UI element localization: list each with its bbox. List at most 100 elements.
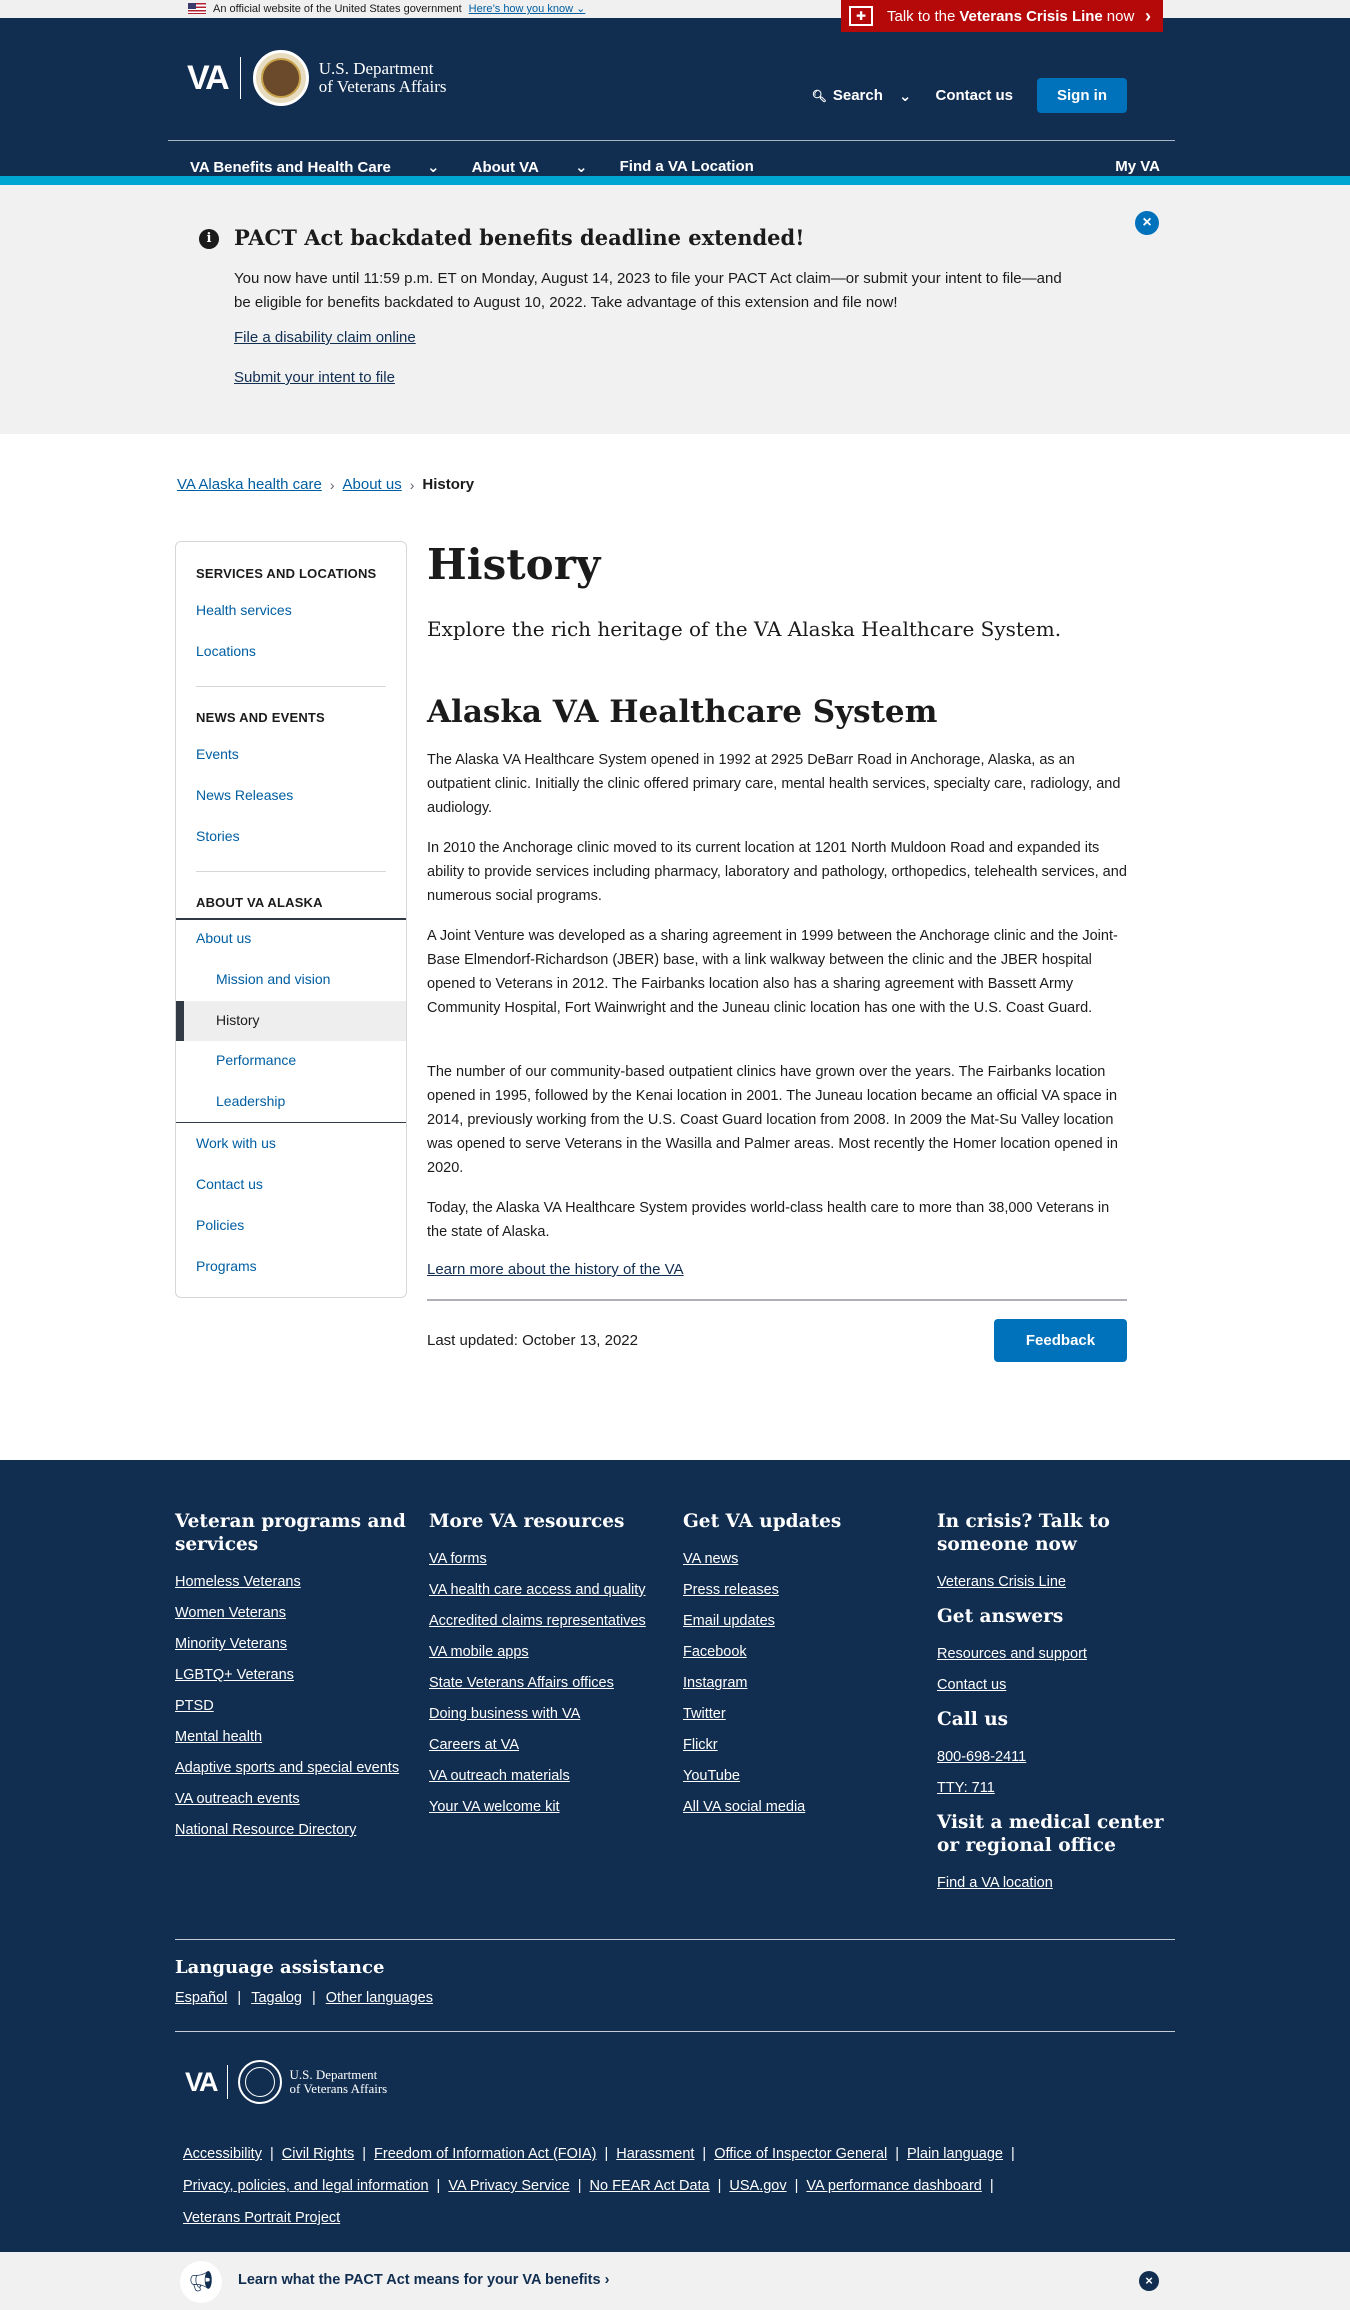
footer-resources-link[interactable]: Careers at VA [429,1737,669,1753]
page-title: History [427,540,601,589]
footer-resources-link[interactable]: Your VA welcome kit [429,1799,669,1815]
footer-programs-link[interactable]: Women Veterans [175,1605,415,1621]
pact-act-promo-link[interactable]: Learn what the PACT Act means for your V… [238,2272,609,2288]
footer-programs-link[interactable]: Mental health [175,1729,415,1745]
sidebar-item-mission[interactable]: Mission and vision [216,971,330,987]
footer-updates-link[interactable]: YouTube [683,1768,923,1784]
va-logo[interactable]: VA U.S. Department of Veterans Affairs [187,50,447,106]
nav-my-va[interactable]: My VA [1115,158,1160,176]
heres-how-you-know-link[interactable]: Here’s how you know ⌄ [469,2,586,15]
us-flag-icon [188,3,206,14]
footer-resources-link[interactable]: Doing business with VA [429,1706,669,1722]
footer-resources-link[interactable]: VA mobile apps [429,1644,669,1660]
footer-legal-link[interactable]: VA performance dashboard [806,2178,981,2194]
megaphone-icon: 📢︎ [180,2261,222,2303]
footer-find-location-link[interactable]: Find a VA location [937,1875,1177,1891]
footer-updates-link[interactable]: All VA social media [683,1799,923,1815]
footer-legal-link[interactable]: Accessibility [183,2146,262,2162]
footer-resources-link[interactable]: VA forms [429,1551,669,1567]
footer-programs-link[interactable]: Minority Veterans [175,1636,415,1652]
footer-legal-link[interactable]: Privacy, policies, and legal information [183,2178,429,2194]
footer-programs-link[interactable]: LGBTQ+ Veterans [175,1667,415,1683]
footer-legal-link[interactable]: Office of Inspector General [714,2146,887,2162]
sidebar-item-stories[interactable]: Stories [196,828,240,844]
veterans-crisis-line-button[interactable]: ✚ Talk to the Veterans Crisis Line now › [841,0,1163,32]
sidebar-item-contact[interactable]: Contact us [196,1176,263,1192]
footer-programs-link[interactable]: National Resource Directory [175,1822,415,1838]
footer-updates-link[interactable]: Instagram [683,1675,923,1691]
site-header: VA U.S. Department of Veterans Affairs 🔍… [0,18,1350,176]
breadcrumb-about-us[interactable]: About us [343,476,402,493]
sidebar-item-leadership[interactable]: Leadership [216,1093,285,1109]
file-claim-link[interactable]: File a disability claim online [234,329,416,346]
footer-crisis-line-link[interactable]: Veterans Crisis Line [937,1574,1177,1590]
va-seal-icon [252,50,309,106]
sidebar-item-performance[interactable]: Performance [216,1052,296,1068]
sidebar-item-health-services[interactable]: Health services [196,602,292,618]
page: An official website of the United States… [0,0,1350,2310]
va-seal-icon [237,2060,282,2104]
paragraph-1: The Alaska VA Healthcare System opened i… [427,752,1121,816]
footer-updates-link[interactable]: VA news [683,1551,923,1567]
footer-updates-link[interactable]: Twitter [683,1706,923,1722]
sidebar-item-programs[interactable]: Programs [196,1258,257,1274]
footer-phone-link[interactable]: 800-698-2411 [937,1749,1177,1765]
paragraph-2: In 2010 the Anchorage clinic moved to it… [427,840,1127,904]
footer-tty-link[interactable]: TTY: 711 [937,1780,1177,1796]
close-alert-button[interactable]: × [1135,211,1159,235]
sidebar-item-work[interactable]: Work with us [196,1135,276,1151]
lang-espanol-link[interactable]: Español [175,1990,227,2006]
footer-updates-link[interactable]: Press releases [683,1582,923,1598]
footer-legal-link[interactable]: Plain language [907,2146,1003,2162]
nav-about-va[interactable]: About VA ⌄ [472,158,588,176]
sign-in-button[interactable]: Sign in [1037,78,1127,113]
sidebar-item-history[interactable]: History [176,1001,406,1041]
sidebar-heading-about: ABOUT VA ALASKA [196,895,323,910]
paragraph-3: A Joint Venture was developed as a shari… [427,928,1118,1016]
nav-find-location[interactable]: Find a VA Location [620,158,754,176]
footer-legal-link[interactable]: Civil Rights [282,2146,355,2162]
footer-resources-link[interactable]: Resources and support [937,1646,1177,1662]
close-promo-button[interactable]: × [1139,2271,1159,2291]
footer-legal-link[interactable]: USA.gov [729,2178,786,2194]
footer-legal-link[interactable]: Freedom of Information Act (FOIA) [374,2146,596,2162]
footer-legal-link[interactable]: Veterans Portrait Project [183,2210,340,2226]
footer-legal-link[interactable]: VA Privacy Service [448,2178,569,2194]
sidebar-nav: SERVICES AND LOCATIONS Health services L… [175,541,407,1298]
lead-text: Explore the rich heritage of the VA Alas… [427,617,1062,641]
footer-programs-link[interactable]: VA outreach events [175,1791,415,1807]
footer-contact-link[interactable]: Contact us [937,1677,1177,1693]
search-button[interactable]: 🔍︎ Search ⌄ [812,87,912,105]
footer-resources-link[interactable]: VA health care access and quality [429,1582,669,1598]
lang-tagalog-link[interactable]: Tagalog [251,1990,302,2006]
sidebar-item-news[interactable]: News Releases [196,787,293,803]
breadcrumb-current: History [422,476,475,493]
breadcrumb-alaska[interactable]: VA Alaska health care [177,476,322,493]
alert-body: You now have until 11:59 p.m. ET on Mond… [234,270,1062,311]
footer-legal-link[interactable]: No FEAR Act Data [590,2178,710,2194]
feedback-button[interactable]: Feedback [994,1319,1127,1362]
footer-va-logo[interactable]: VA U.S. Department of Veterans Affairs [185,2060,387,2104]
footer-updates-link[interactable]: Facebook [683,1644,923,1660]
footer-programs-link[interactable]: Adaptive sports and special events [175,1760,415,1776]
sidebar-item-events[interactable]: Events [196,746,239,762]
learn-more-link[interactable]: Learn more about the history of the VA [427,1261,684,1278]
intent-to-file-link[interactable]: Submit your intent to file [234,369,395,386]
last-updated: Last updated: October 13, 2022 [427,1332,638,1349]
sidebar-heading-news: NEWS AND EVENTS [196,710,325,725]
sidebar-item-policies[interactable]: Policies [196,1217,244,1233]
footer-legal-link[interactable]: Harassment [616,2146,694,2162]
footer-programs-link[interactable]: PTSD [175,1698,415,1714]
footer-updates-link[interactable]: Email updates [683,1613,923,1629]
footer-resources-link[interactable]: State Veterans Affairs offices [429,1675,669,1691]
contact-us-link[interactable]: Contact us [935,87,1013,104]
footer-updates-link[interactable]: Flickr [683,1737,923,1753]
nav-benefits[interactable]: VA Benefits and Health Care ⌄ [190,158,440,176]
sidebar-item-locations[interactable]: Locations [196,643,256,659]
sidebar-item-about-us[interactable]: About us [196,930,251,946]
info-icon: i [199,229,219,249]
footer-resources-link[interactable]: VA outreach materials [429,1768,669,1784]
lang-other-link[interactable]: Other languages [326,1990,433,2006]
footer-resources-link[interactable]: Accredited claims representatives [429,1613,669,1629]
footer-programs-link[interactable]: Homeless Veterans [175,1574,415,1590]
